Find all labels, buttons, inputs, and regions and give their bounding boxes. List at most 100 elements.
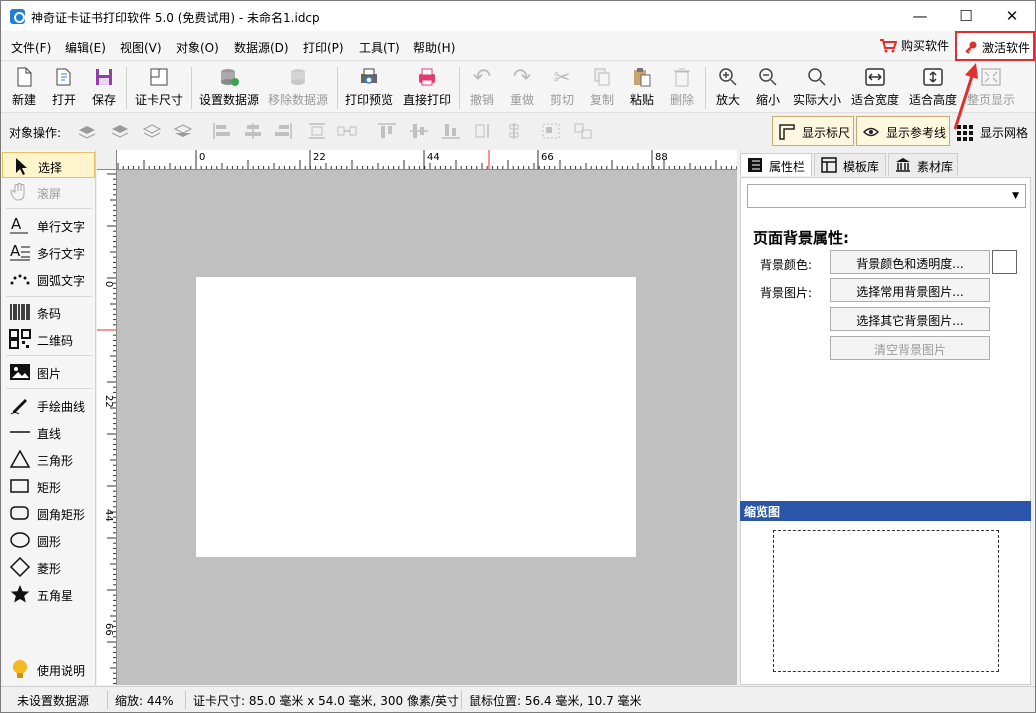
fit-width-button[interactable]: 适合宽度	[849, 65, 901, 108]
tool-star[interactable]: 五角星	[2, 581, 95, 607]
align-bottom-icon[interactable]	[441, 122, 461, 140]
tool-diamond[interactable]: 菱形	[2, 554, 95, 580]
tool-image[interactable]: 图片	[2, 359, 95, 385]
direct-print-button[interactable]: 直接打印	[401, 65, 453, 108]
bg-color-swatch[interactable]	[992, 250, 1017, 274]
menu-edit[interactable]: 编辑(E)	[65, 39, 106, 56]
fit-height-icon	[921, 65, 945, 89]
canvas-area[interactable]: 0 22 44 66 88 0 22 44 66	[97, 150, 737, 685]
buy-software-label: 购买软件	[901, 39, 950, 53]
direct-print-label: 直接打印	[402, 93, 451, 107]
database-remove-icon	[286, 65, 310, 89]
redo-button[interactable]: ↷ 重做	[507, 65, 537, 108]
tool-rectangle[interactable]: 矩形	[2, 473, 95, 499]
activate-software-label: 激活软件	[982, 41, 1031, 55]
actual-size-button[interactable]: 实际大小	[791, 65, 843, 108]
menu-help[interactable]: 帮助(H)	[413, 39, 455, 56]
thumbnail-preview[interactable]	[773, 530, 999, 672]
remove-datasource-button[interactable]: 移除数据源	[267, 65, 329, 108]
align-top-icon[interactable]	[377, 122, 397, 140]
tool-pan[interactable]: 滚屏	[2, 179, 95, 205]
tool-line[interactable]: 直线	[2, 419, 95, 445]
delete-button[interactable]: 删除	[667, 65, 697, 108]
tab-properties[interactable]: 属性栏	[740, 153, 812, 176]
tool-freehand-label: 手绘曲线	[37, 400, 86, 414]
tab-materials[interactable]: 素材库	[888, 153, 958, 176]
tool-image-label: 图片	[37, 367, 62, 381]
lightbulb-icon	[13, 660, 27, 678]
tool-barcode[interactable]: 条码	[2, 299, 95, 325]
bg-clear-image-button[interactable]: 清空背景图片	[830, 336, 990, 360]
same-width-icon[interactable]	[473, 122, 493, 140]
send-back-icon[interactable]	[173, 122, 193, 140]
same-height-icon[interactable]	[504, 122, 524, 140]
tool-triangle-label: 三角形	[37, 454, 74, 468]
card-size-button[interactable]: 证卡尺寸	[133, 65, 185, 108]
card-canvas[interactable]	[196, 277, 636, 557]
buy-software-button[interactable]: 购买软件	[879, 37, 949, 54]
align-center-icon[interactable]	[243, 122, 263, 140]
trash-icon	[670, 65, 694, 89]
tool-multi-text[interactable]: A 多行文字	[2, 239, 95, 265]
show-ruler-toggle[interactable]: 显示标尺	[772, 116, 854, 146]
ruler-label: 44	[427, 152, 440, 163]
group-icon[interactable]	[541, 122, 561, 140]
tool-qrcode[interactable]: 二维码	[2, 326, 95, 352]
bg-common-image-button[interactable]: 选择常用背景图片...	[830, 278, 990, 302]
new-file-icon	[12, 65, 36, 89]
tool-triangle[interactable]: 三角形	[2, 446, 95, 472]
undo-button[interactable]: ↶ 撤销	[467, 65, 497, 108]
paste-button[interactable]: 粘贴	[627, 65, 657, 108]
horizontal-ruler: 0 22 44 66 88	[117, 150, 737, 170]
help-guide-button[interactable]: 使用说明	[2, 656, 95, 682]
open-icon	[52, 65, 76, 89]
activate-software-button[interactable]: 激活软件	[955, 31, 1035, 61]
hand-icon	[10, 183, 25, 201]
tool-barcode-label: 条码	[37, 307, 62, 321]
distribute-h-icon[interactable]	[307, 122, 327, 140]
align-middle-icon[interactable]	[409, 122, 429, 140]
copy-button[interactable]: 复制	[587, 65, 617, 108]
ruler-label: 0	[199, 152, 205, 163]
tool-ellipse[interactable]: 圆形	[2, 527, 95, 553]
tool-freehand[interactable]: 手绘曲线	[2, 392, 95, 418]
rectangle-icon	[10, 479, 29, 493]
minimize-button[interactable]: —	[897, 1, 943, 31]
tool-rounded-rect[interactable]: 圆角矩形	[2, 500, 95, 526]
show-guides-toggle[interactable]: 显示参考线	[856, 116, 950, 146]
send-backward-icon[interactable]	[142, 122, 162, 140]
tool-arc-text[interactable]: 圆弧文字	[2, 266, 95, 292]
save-button[interactable]: 保存	[89, 65, 119, 108]
open-button[interactable]: 打开	[49, 65, 79, 108]
menu-file[interactable]: 文件(F)	[11, 39, 51, 56]
distribute-v-icon[interactable]	[337, 122, 357, 140]
menu-print[interactable]: 打印(P)	[303, 39, 344, 56]
align-left-icon[interactable]	[211, 122, 231, 140]
tool-select[interactable]: 选择	[2, 152, 95, 178]
ungroup-icon[interactable]	[573, 122, 593, 140]
cut-button[interactable]: ✂ 剪切	[547, 65, 577, 108]
tool-rectangle-label: 矩形	[37, 481, 62, 495]
bring-forward-icon[interactable]	[77, 122, 97, 140]
menu-datasource[interactable]: 数据源(D)	[234, 39, 289, 56]
zoom-out-button[interactable]: 缩小	[753, 65, 783, 108]
save-icon	[92, 65, 116, 89]
bg-other-image-button[interactable]: 选择其它背景图片...	[830, 307, 990, 331]
close-button[interactable]: ✕	[989, 1, 1035, 31]
menu-object[interactable]: 对象(O)	[176, 39, 219, 56]
menu-view[interactable]: 视图(V)	[120, 39, 162, 56]
print-preview-label: 打印预览	[344, 93, 393, 107]
print-preview-button[interactable]: 打印预览	[343, 65, 395, 108]
align-right-icon[interactable]	[274, 122, 294, 140]
bring-front-icon[interactable]	[110, 122, 130, 140]
set-datasource-button[interactable]: 设置数据源	[198, 65, 260, 108]
tab-templates[interactable]: 模板库	[814, 153, 886, 176]
menu-tools[interactable]: 工具(T)	[359, 39, 400, 56]
zoom-in-button[interactable]: 放大	[713, 65, 743, 108]
database-icon	[217, 65, 241, 89]
bg-color-button[interactable]: 背景颜色和透明度...	[830, 250, 990, 274]
new-button[interactable]: 新建	[9, 65, 39, 108]
tool-single-text[interactable]: A 单行文字	[2, 212, 95, 238]
object-select-dropdown[interactable]: ▼	[747, 184, 1026, 208]
maximize-button[interactable]: ☐	[943, 1, 989, 31]
